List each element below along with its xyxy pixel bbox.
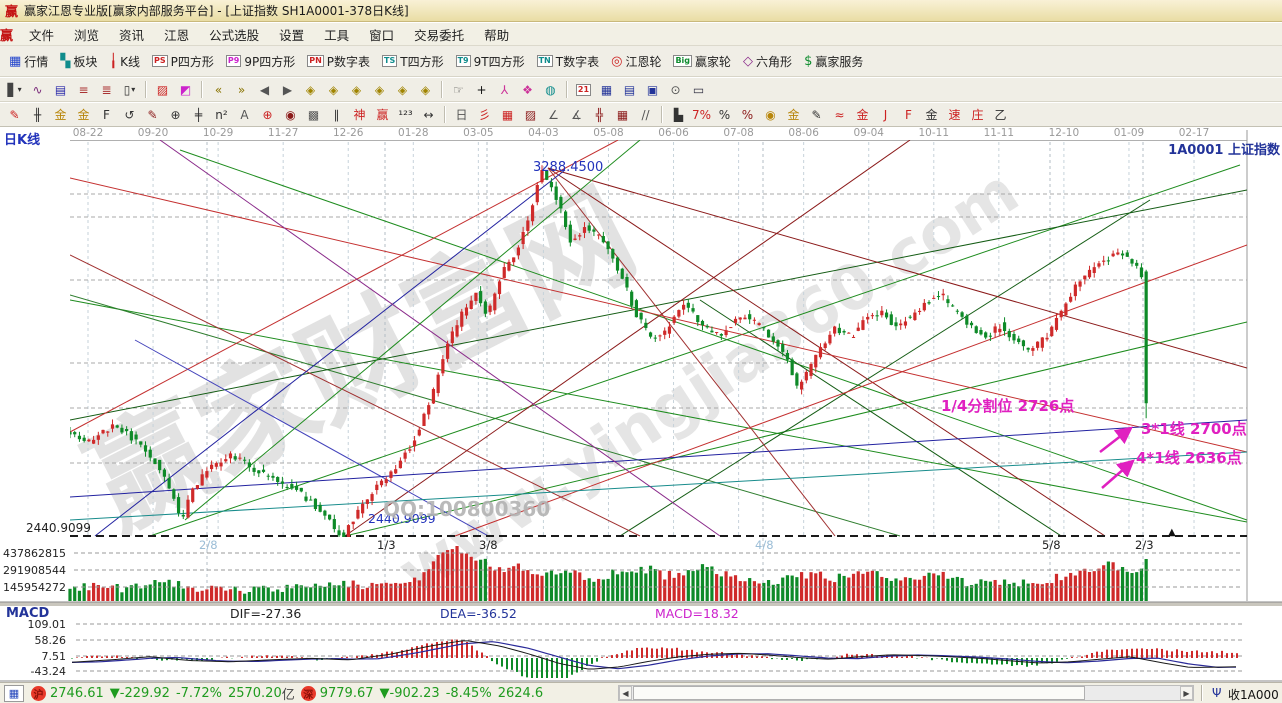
horizontal-scrollbar[interactable]: ◀ ▶ (618, 685, 1194, 701)
macd-axis-label: 7.51 (0, 650, 66, 663)
date-tick-12-26: 12-26 (330, 127, 366, 139)
date-tick-04-03: 04-03 (525, 127, 561, 139)
low-point-label: 2440.9099 (368, 511, 436, 526)
shenzhen-badge-icon: 深 (301, 686, 316, 701)
date-tick-10-11: 10-11 (916, 127, 952, 139)
sh-change-value: ▼-229.92 (110, 686, 170, 701)
date-tick-09-04: 09-04 (851, 127, 887, 139)
macd-dea-value: DEA=-36.52 (440, 606, 517, 621)
gann-fraction-4-8: 4/8 (755, 538, 774, 552)
macd-hist-value: MACD=18.32 (655, 606, 739, 621)
gann-fraction-2-3: 2/3 (1135, 538, 1154, 552)
sh-index-value: 2746.61 (50, 686, 104, 701)
annotation-3x1-line: 3*1线 2700点 (1141, 418, 1247, 439)
time-marker-triangle: ▲ (1168, 527, 1176, 538)
date-tick-11-27: 11-27 (265, 127, 301, 139)
sz-change-value: ▼-902.23 (380, 686, 440, 701)
gann-fraction-2-8: 2/8 (199, 538, 218, 552)
shanghai-badge-icon: 沪 (31, 686, 46, 701)
volume-axis-label: 145954272 (0, 581, 66, 594)
date-tick-12-10: 12-10 (1046, 127, 1082, 139)
sh-turnover: 2570.20 (228, 686, 282, 701)
active-symbol-label: 收1A000 (1228, 686, 1282, 703)
annotation-quarter-level: 1/4分割位 2726点 (941, 395, 1074, 416)
low-axis-label: 2440.9099 (26, 521, 91, 535)
date-tick-06-06: 06-06 (656, 127, 692, 139)
macd-axis-label: 109.01 (0, 618, 66, 631)
gann-fraction-1-3: 1/3 (377, 538, 396, 552)
annotation-4x1-line: 4*1线 2636点 (1136, 447, 1242, 468)
date-tick-09-20: 09-20 (135, 127, 171, 139)
sh-change-pct: -7.72% (176, 686, 222, 701)
market-grid-icon[interactable]: ▦ (4, 685, 24, 702)
sz-index-value: 9779.67 (320, 686, 374, 701)
gann-fraction-5-8: 5/8 (1042, 538, 1061, 552)
scroll-left-icon[interactable]: ◀ (619, 686, 632, 700)
gann-fraction-3-8: 3/8 (479, 538, 498, 552)
date-tick-03-05: 03-05 (460, 127, 496, 139)
volume-axis-label: 291908544 (0, 564, 66, 577)
sz-turnover: 2624.6 (498, 686, 544, 701)
scrollbar-thumb[interactable] (633, 686, 1085, 700)
volume-axis-label: 437862815 (0, 547, 66, 560)
chart-canvas[interactable] (0, 0, 1282, 703)
macd-axis-label: 58.26 (0, 634, 66, 647)
app-window: 赢 赢家江恩专业版[赢家内部服务平台] - [上证指数 SH1A0001-378… (0, 0, 1282, 703)
date-tick-01-28: 01-28 (395, 127, 431, 139)
symbol-label: 1A0001 上证指数 (1168, 139, 1280, 158)
sz-change-pct: -8.45% (446, 686, 492, 701)
period-label: 日K线 (4, 129, 40, 148)
connection-icon: Ψ (1212, 686, 1221, 700)
date-tick-10-29: 10-29 (200, 127, 236, 139)
date-tick-01-09: 01-09 (1111, 127, 1147, 139)
sh-turnover-unit: 亿 (282, 684, 295, 703)
date-tick-08-22: 08-22 (70, 127, 106, 139)
macd-axis-label: -43.24 (0, 665, 66, 678)
peak-price-label: 3288.4500 (533, 160, 603, 175)
date-tick-07-08: 07-08 (721, 127, 757, 139)
macd-dif-value: DIF=-27.36 (230, 606, 301, 621)
date-tick-08-06: 08-06 (786, 127, 822, 139)
status-bar: ▦ 沪 2746.61 ▼-229.92 -7.72% 2570.20 亿 深 … (0, 682, 1282, 703)
date-tick-11-11: 11-11 (981, 127, 1017, 139)
date-tick-02-17: 02-17 (1176, 127, 1212, 139)
scroll-right-icon[interactable]: ▶ (1180, 686, 1193, 700)
statusbar-separator (1201, 685, 1203, 701)
date-tick-05-08: 05-08 (590, 127, 626, 139)
